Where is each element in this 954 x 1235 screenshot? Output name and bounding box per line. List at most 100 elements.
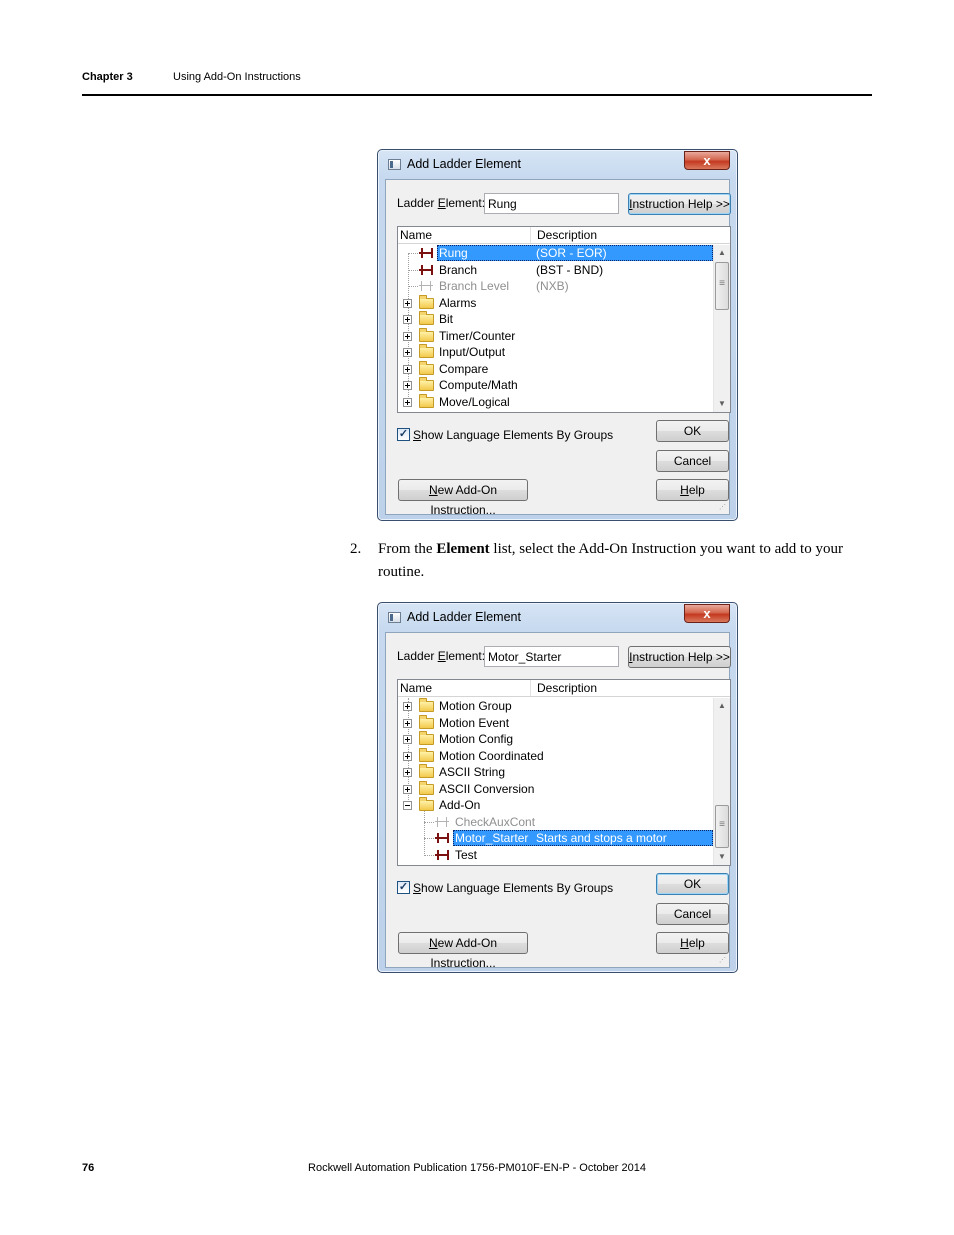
new-add-on-instruction-button[interactable]: New Add-On Instruction...: [398, 479, 528, 517]
list-item-ascii-string[interactable]: ASCII String: [398, 764, 714, 780]
list-item-move-logical[interactable]: Move/Logical: [398, 393, 714, 410]
instruction-help-button[interactable]: Instruction Help >>: [628, 646, 731, 668]
help-button[interactable]: Help: [656, 932, 729, 954]
folder-icon: [419, 714, 434, 729]
list-header: Name Description: [398, 227, 730, 244]
expand-icon[interactable]: [403, 331, 412, 341]
list-item-input-output[interactable]: Input/Output: [398, 344, 714, 360]
list-item-rung[interactable]: Rung (SOR - EOR): [398, 245, 714, 261]
show-by-groups-label: Show Language Elements By Groups: [413, 428, 614, 442]
expand-icon[interactable]: [403, 397, 412, 407]
scroll-thumb[interactable]: [715, 262, 729, 310]
show-by-groups-label: Show Language Elements By Groups: [413, 881, 614, 895]
list-item-motion-group[interactable]: Motion Group: [398, 698, 714, 714]
ok-button[interactable]: OK: [656, 420, 729, 442]
column-description-header[interactable]: Description: [537, 681, 597, 695]
title-bar: Add Ladder Element x: [378, 603, 737, 631]
item-description: Starts and stops a motor: [536, 831, 667, 845]
header-rule: [82, 94, 872, 96]
expand-icon[interactable]: [403, 784, 412, 794]
cancel-button[interactable]: Cancel: [656, 450, 729, 472]
list-item-timer-counter[interactable]: Timer/Counter: [398, 327, 714, 344]
add-ladder-element-dialog-2: Add Ladder Element x Ladder Element: Mot…: [377, 602, 738, 973]
item-name: Compute/Math: [439, 378, 518, 392]
column-divider[interactable]: [530, 680, 531, 696]
column-description-header[interactable]: Description: [537, 228, 597, 242]
expand-icon[interactable]: [403, 298, 412, 308]
cancel-button[interactable]: Cancel: [656, 903, 729, 925]
resize-grip-icon[interactable]: ⋰: [719, 957, 727, 965]
expand-icon[interactable]: [403, 702, 412, 711]
list-item-branch-level[interactable]: Branch Level (NXB): [398, 278, 714, 294]
resize-grip-icon[interactable]: ⋰: [719, 504, 727, 512]
vertical-scrollbar[interactable]: ▲ ▼: [713, 245, 730, 412]
folder-icon: [419, 327, 434, 342]
check-icon[interactable]: ✓: [397, 881, 410, 894]
expand-icon[interactable]: [403, 364, 412, 374]
ok-button[interactable]: OK: [656, 873, 729, 895]
dialog-client: Ladder Element: Motor_Starter Instructio…: [385, 632, 731, 970]
folder-icon: [419, 780, 434, 795]
instruction-icon: [435, 849, 449, 860]
window-icon: [388, 159, 401, 170]
expand-icon[interactable]: [403, 718, 412, 728]
column-name-header[interactable]: Name: [400, 228, 432, 242]
open-folder-icon: [419, 797, 434, 811]
list-item-checkauxcont[interactable]: CheckAuxCont: [398, 814, 714, 830]
collapse-icon[interactable]: [403, 801, 412, 810]
expand-icon[interactable]: [403, 348, 412, 357]
folder-icon: [419, 360, 434, 375]
list-item-compute-math[interactable]: Compute/Math: [398, 377, 714, 393]
list-item-motion-event[interactable]: Motion Event: [398, 714, 714, 731]
list-item-add-on[interactable]: Add-On: [398, 797, 714, 813]
scroll-up-icon[interactable]: ▲: [714, 245, 730, 261]
scroll-down-icon[interactable]: ▼: [714, 849, 730, 865]
scroll-down-icon[interactable]: ▼: [714, 396, 730, 412]
close-x-icon[interactable]: x: [684, 151, 730, 170]
help-button[interactable]: Help: [656, 479, 729, 501]
expand-icon[interactable]: [403, 315, 412, 324]
scroll-thumb[interactable]: [715, 805, 729, 848]
item-name: Motion Coordinated: [439, 748, 544, 763]
list-item-alarms[interactable]: Alarms: [398, 294, 714, 311]
item-name: Bit: [439, 312, 454, 326]
check-icon[interactable]: ✓: [397, 428, 410, 441]
expand-icon[interactable]: [403, 768, 412, 777]
publication-footer: Rockwell Automation Publication 1756-PM0…: [308, 1162, 646, 1174]
item-name: Motor_Starter: [455, 831, 529, 845]
list-item-bit[interactable]: Bit: [398, 311, 714, 327]
step-number: 2.: [350, 541, 362, 557]
ladder-element-input[interactable]: Motor_Starter: [484, 646, 619, 667]
list-item-branch[interactable]: Branch (BST - BND): [398, 262, 714, 278]
expand-icon[interactable]: [403, 735, 412, 744]
item-name: Motion Group: [439, 699, 512, 713]
list-header: Name Description: [398, 680, 730, 697]
item-name: Branch: [439, 262, 478, 277]
element-list[interactable]: Name Description Rung (SOR - EOR) Branch: [397, 226, 731, 413]
item-name: Test: [455, 847, 478, 862]
scroll-up-icon[interactable]: ▲: [714, 698, 730, 714]
column-divider[interactable]: [530, 227, 531, 243]
list-item-compare[interactable]: Compare: [398, 360, 714, 377]
list-rows: Motion Group Motion Event Motion Config …: [398, 698, 714, 865]
list-item-test[interactable]: Test: [398, 847, 714, 863]
instruction-help-button[interactable]: Instruction Help >>: [628, 193, 731, 215]
close-x-icon[interactable]: x: [684, 604, 730, 623]
new-add-on-instruction-button[interactable]: New Add-On Instruction...: [398, 932, 528, 970]
item-description: (BST - BND): [536, 262, 604, 277]
ladder-element-label: Ladder Element:: [397, 649, 486, 663]
tree-branch: [424, 821, 434, 823]
item-name: Rung: [439, 246, 468, 260]
item-name: Move/Logical: [439, 394, 510, 409]
item-name: ASCII String: [439, 765, 506, 779]
ladder-element-input[interactable]: Rung: [484, 193, 619, 214]
list-item-motor-starter[interactable]: Motor_Starter Starts and stops a motor: [398, 830, 714, 846]
element-list[interactable]: Name Description Motion Group Motion Eve…: [397, 679, 731, 866]
expand-icon[interactable]: [403, 381, 412, 390]
list-item-motion-config[interactable]: Motion Config: [398, 731, 714, 747]
expand-icon[interactable]: [403, 751, 412, 761]
list-item-ascii-conversion[interactable]: ASCII Conversion: [398, 780, 714, 797]
vertical-scrollbar[interactable]: ▲ ▼: [713, 698, 730, 865]
column-name-header[interactable]: Name: [400, 681, 432, 695]
list-item-motion-coordinated[interactable]: Motion Coordinated: [398, 747, 714, 764]
